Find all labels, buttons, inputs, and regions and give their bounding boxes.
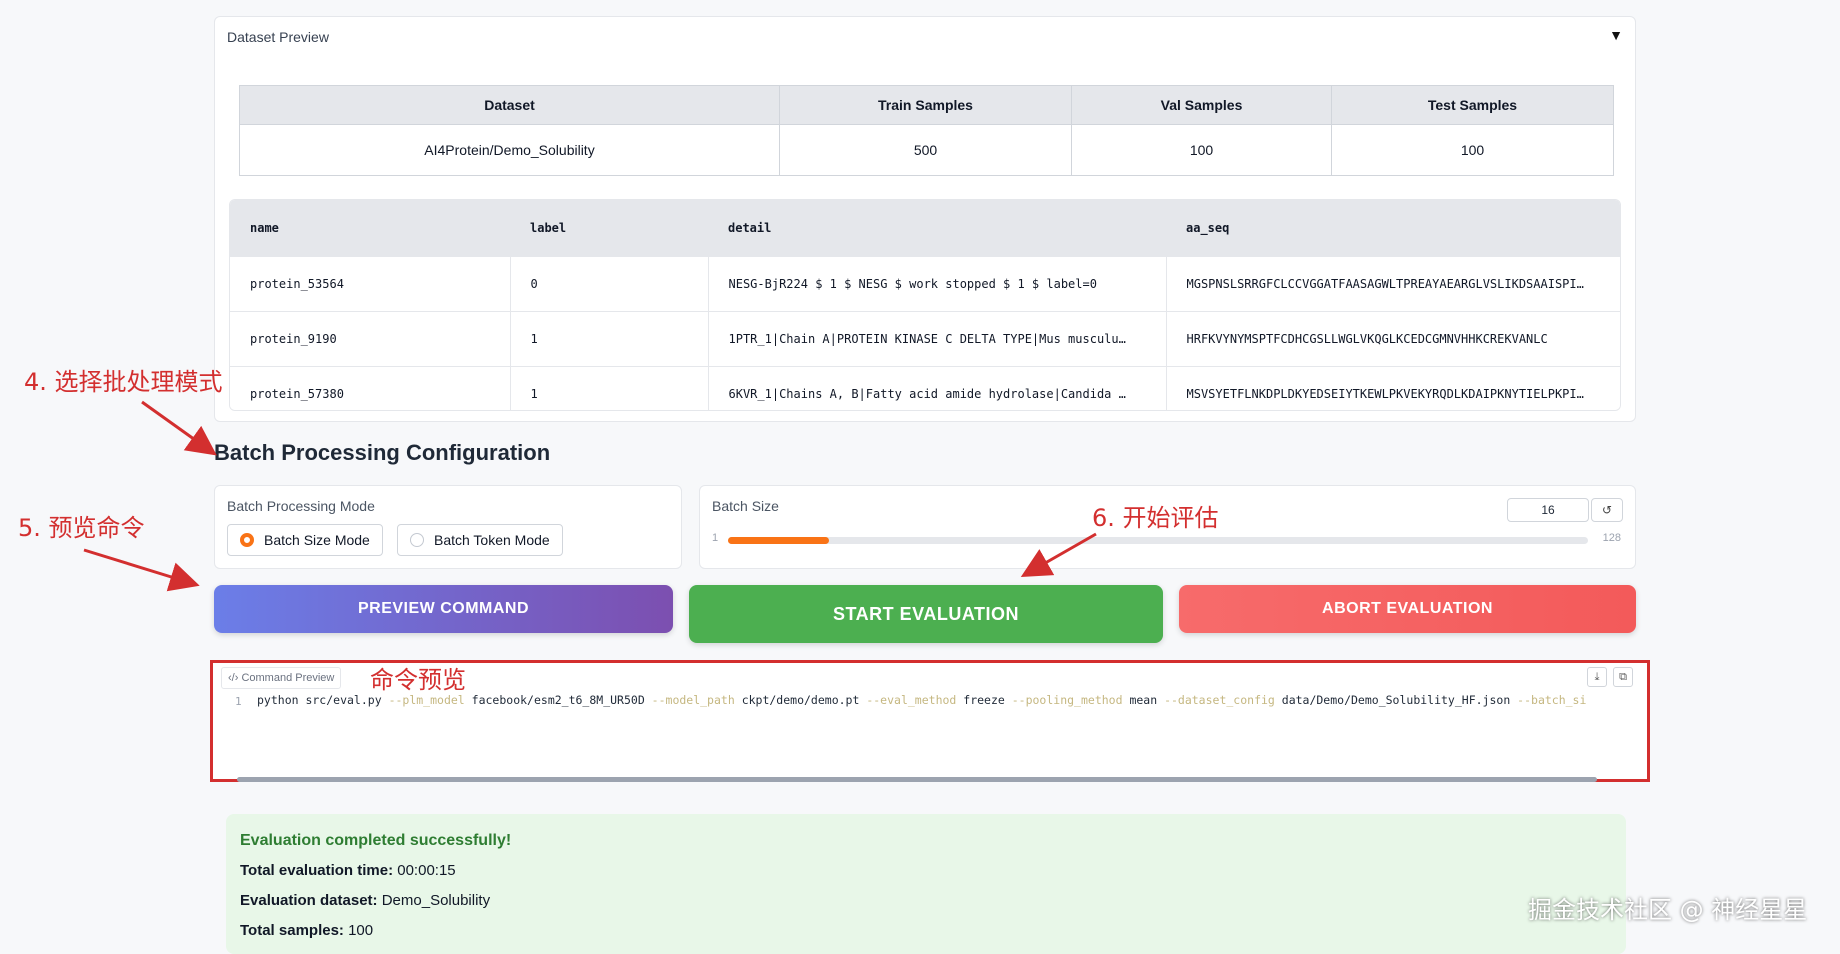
arrow-step4: [141, 400, 217, 456]
annotation-step5: 5. 预览命令: [18, 514, 145, 542]
annotation-arrows: [83, 400, 1097, 592]
annotation-step4: 4. 选择批处理模式: [24, 368, 223, 396]
watermark: 掘金技术社区 @ 神经星星: [1528, 896, 1808, 924]
arrow-step6: [1020, 532, 1097, 577]
annotation-command-preview: 命令预览: [370, 666, 466, 694]
arrow-step5: [83, 548, 200, 592]
annotation-step6: 6. 开始评估: [1092, 504, 1219, 532]
